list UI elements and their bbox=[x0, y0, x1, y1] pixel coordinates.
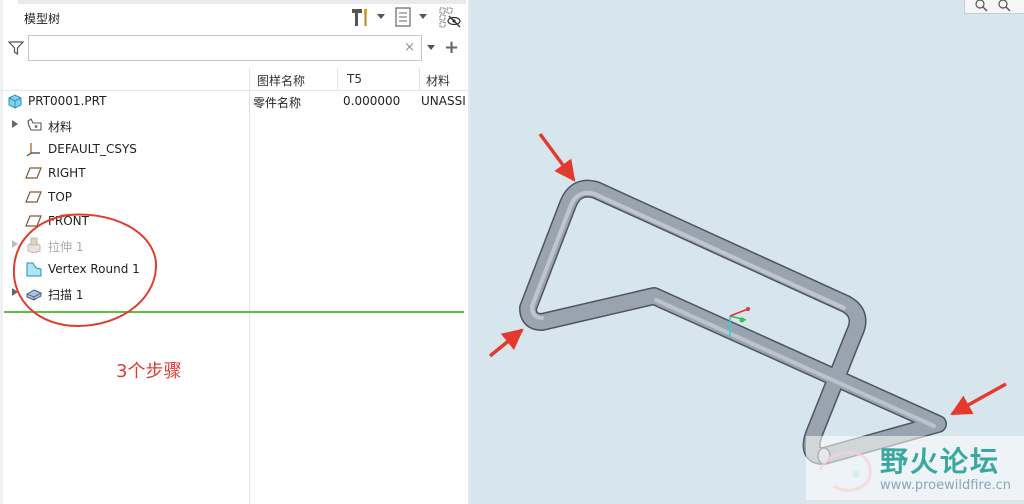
filter-icon[interactable] bbox=[8, 40, 24, 56]
tree-filter-row: × + bbox=[0, 34, 468, 64]
tree-row-label: Vertex Round 1 bbox=[48, 262, 140, 276]
tree-search-box[interactable]: × bbox=[28, 35, 422, 61]
tree-row-top[interactable]: TOP bbox=[0, 185, 466, 209]
tree-row-sweep[interactable]: 扫描 1 bbox=[0, 281, 466, 305]
tree-row-label: TOP bbox=[48, 190, 73, 204]
model-tree-panel: 模型树 × + 图样名称 T5 材料 PRT0001.PRT 零件名称 0.00… bbox=[0, 0, 468, 504]
cell-material: UNASSI bbox=[421, 94, 466, 108]
tree-row-label: RIGHT bbox=[48, 166, 86, 180]
annotation-arrows bbox=[488, 132, 1007, 416]
tree-row-label: 扫描 1 bbox=[48, 288, 84, 302]
model-canvas[interactable] bbox=[470, 0, 1024, 504]
model-tree-title: 模型树 bbox=[24, 12, 61, 26]
material-icon bbox=[27, 118, 42, 131]
tree-row-material[interactable]: 材料 bbox=[0, 113, 466, 137]
expand-arrow-icon[interactable] bbox=[12, 240, 18, 248]
add-column-icon[interactable]: + bbox=[444, 37, 459, 58]
sweep-icon bbox=[26, 289, 42, 301]
watermark-url: www.proewildfire.cn bbox=[880, 478, 1011, 493]
model-tree-header: 模型树 bbox=[0, 0, 468, 34]
datum-plane-icon bbox=[25, 191, 42, 203]
tree-row-label: PRT0001.PRT bbox=[28, 94, 107, 108]
column-header-t5[interactable]: T5 bbox=[347, 72, 362, 86]
watermark-title: 野火论坛 bbox=[880, 445, 1001, 478]
extrude-icon bbox=[27, 237, 41, 253]
expand-arrow-icon[interactable] bbox=[12, 120, 18, 128]
tree-row-part[interactable]: PRT0001.PRT 零件名称 0.000000 UNASSI bbox=[0, 89, 466, 113]
tree-show-caret[interactable] bbox=[419, 14, 427, 19]
graphics-viewport[interactable] bbox=[470, 0, 1024, 504]
tree-settings-icon[interactable] bbox=[350, 6, 372, 28]
datum-plane-icon bbox=[25, 167, 42, 179]
tree-filter-visibility-icon[interactable] bbox=[438, 6, 462, 28]
tree-row-vertex-round[interactable]: Vertex Round 1 bbox=[0, 257, 466, 281]
csys-icon bbox=[26, 143, 40, 157]
datum-plane-icon bbox=[25, 215, 42, 227]
annotation-text: 3个步骤 bbox=[116, 361, 182, 382]
column-header-material[interactable]: 材料 bbox=[426, 72, 450, 89]
part-icon bbox=[8, 94, 22, 109]
tree-column-header bbox=[0, 68, 468, 90]
tree-show-icon[interactable] bbox=[394, 6, 414, 28]
tree-row-label: DEFAULT_CSYS bbox=[48, 142, 137, 156]
clear-search-icon[interactable]: × bbox=[404, 40, 415, 55]
column-separator[interactable] bbox=[337, 68, 338, 90]
filter-options-caret[interactable] bbox=[427, 45, 435, 50]
cell-drawing-name: 零件名称 bbox=[253, 96, 302, 110]
tree-row-extrude[interactable]: 拉伸 1 bbox=[0, 233, 466, 257]
tree-search-input[interactable] bbox=[33, 39, 403, 57]
tree-row-front[interactable]: FRONT bbox=[0, 209, 466, 233]
tree-row-right[interactable]: RIGHT bbox=[0, 161, 466, 185]
tree-row-label: FRONT bbox=[48, 214, 89, 228]
column-header-drawing-name[interactable]: 图样名称 bbox=[257, 72, 305, 89]
expand-arrow-icon[interactable] bbox=[12, 288, 18, 296]
tree-settings-caret[interactable] bbox=[377, 14, 385, 19]
tree-row-default-csys[interactable]: DEFAULT_CSYS bbox=[0, 137, 466, 161]
cell-t5: 0.000000 bbox=[343, 94, 401, 108]
tree-row-label: 拉伸 1 bbox=[48, 240, 84, 254]
tree-row-label: 材料 bbox=[48, 120, 73, 134]
vertex-round-icon bbox=[26, 262, 42, 277]
column-separator[interactable] bbox=[419, 68, 420, 90]
sweep-pipe-model[interactable] bbox=[519, 179, 947, 465]
insert-here-line[interactable] bbox=[4, 311, 464, 313]
